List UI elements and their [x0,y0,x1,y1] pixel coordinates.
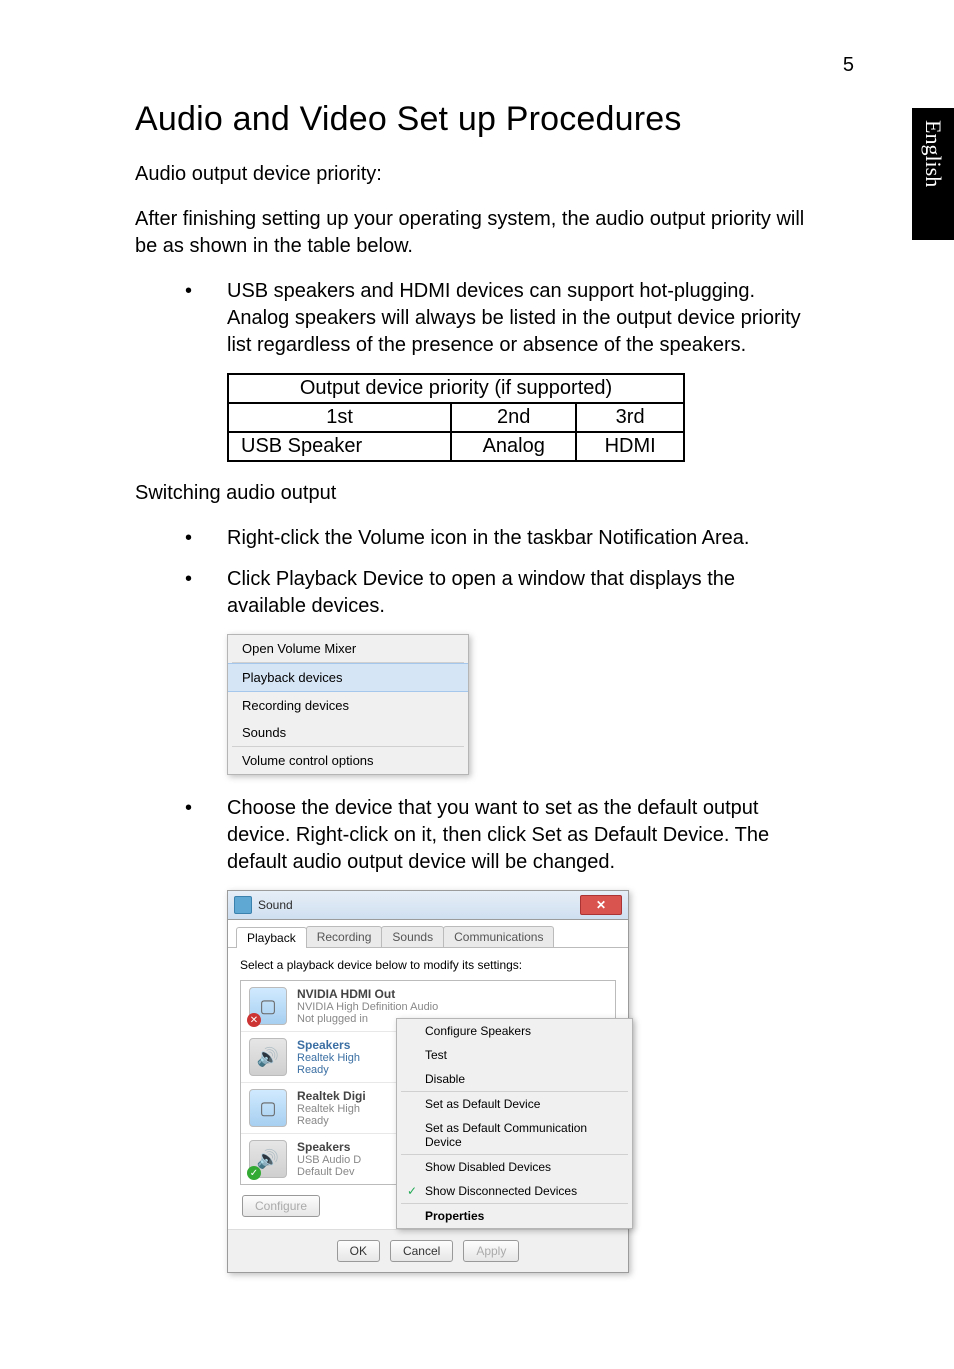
monitor-icon: ▢ [249,1089,287,1127]
device-status: Ready [297,1064,360,1076]
page-title: Audio and Video Set up Procedures [135,100,815,139]
speaker-icon: 🔊 [249,1038,287,1076]
device-subtitle: USB Audio D [297,1154,361,1166]
bullet-list-1: USB speakers and HDMI devices can suppor… [135,278,815,359]
default-badge-icon: ✓ [247,1166,261,1180]
bullet-list-3: Choose the device that you want to set a… [135,795,815,876]
device-status: Ready [297,1115,366,1127]
language-tab-label: English [920,108,946,187]
dialog-instruction: Select a playback device below to modify… [240,958,616,972]
unplugged-badge-icon: ✕ [247,1013,261,1027]
priority-table-cell-3: HDMI [576,432,684,461]
device-name: Speakers [297,1038,360,1052]
tab-communications[interactable]: Communications [443,926,554,947]
bullet-rightclick: Right-click the Volume icon in the taskb… [135,525,815,552]
content-area: Audio and Video Set up Procedures Audio … [135,100,815,1273]
device-context-menu: Configure Speakers Test Disable Set as D… [396,1018,633,1229]
menu-open-volume-mixer[interactable]: Open Volume Mixer [228,635,468,662]
menu-configure-speakers[interactable]: Configure Speakers [397,1019,632,1043]
sound-dialog: Sound ✕ Playback Recording Sounds Commun… [227,890,629,1273]
priority-table-header-2: 2nd [451,403,576,432]
device-name: Speakers [297,1140,361,1154]
monitor-icon: ▢✕ [249,987,287,1025]
apply-button[interactable]: Apply [463,1240,519,1262]
menu-show-disabled[interactable]: Show Disabled Devices [397,1155,632,1179]
device-subtitle: NVIDIA High Definition Audio [297,1001,438,1013]
menu-recording-devices[interactable]: Recording devices [228,692,468,719]
menu-properties[interactable]: Properties [397,1204,632,1228]
ok-button[interactable]: OK [337,1240,380,1262]
bullet-hotplug: USB speakers and HDMI devices can suppor… [135,278,815,359]
configure-button[interactable]: Configure [242,1195,320,1217]
menu-disable[interactable]: Disable [397,1067,632,1091]
priority-label: Audio output device priority: [135,161,815,188]
menu-playback-devices[interactable]: Playback devices [228,663,468,692]
dialog-body: Select a playback device below to modify… [228,948,628,1229]
priority-table-cell-1: USB Speaker [228,432,451,461]
device-name: NVIDIA HDMI Out [297,987,438,1001]
intro-paragraph: After finishing setting up your operatin… [135,206,815,260]
priority-table: Output device priority (if supported) 1s… [227,373,685,462]
device-name: Realtek Digi [297,1089,366,1103]
menu-sounds[interactable]: Sounds [228,719,468,746]
tabs-row: Playback Recording Sounds Communications [228,920,628,948]
volume-context-menu: Open Volume Mixer Playback devices Recor… [227,634,469,775]
dialog-footer: OK Cancel Apply [228,1229,628,1272]
bullet-playback: Click Playback Device to open a window t… [135,566,815,620]
tab-recording[interactable]: Recording [306,926,383,947]
bullet-choose: Choose the device that you want to set a… [135,795,815,876]
priority-table-caption: Output device priority (if supported) [228,374,684,403]
device-status: Default Dev [297,1166,361,1178]
speaker-icon: 🔊✓ [249,1140,287,1178]
language-tab: English [912,108,954,240]
menu-volume-control-options[interactable]: Volume control options [228,747,468,774]
sound-icon [234,896,252,914]
tab-playback[interactable]: Playback [236,927,307,948]
device-subtitle: Realtek High [297,1103,366,1115]
close-button[interactable]: ✕ [580,895,622,915]
menu-show-disconnected[interactable]: Show Disconnected Devices [397,1179,632,1203]
device-subtitle: Realtek High [297,1052,360,1064]
priority-table-header-3: 3rd [576,403,684,432]
dialog-titlebar[interactable]: Sound ✕ [228,891,628,920]
priority-table-header-1: 1st [228,403,451,432]
menu-set-default-device[interactable]: Set as Default Device [397,1092,632,1116]
dialog-title-text: Sound [258,898,293,912]
menu-test[interactable]: Test [397,1043,632,1067]
cancel-button[interactable]: Cancel [390,1240,453,1262]
tab-sounds[interactable]: Sounds [381,926,444,947]
page-number: 5 [843,54,854,77]
page: 5 English Audio and Video Set up Procedu… [0,0,954,1369]
switching-label: Switching audio output [135,480,815,507]
priority-table-cell-2: Analog [451,432,576,461]
bullet-list-2: Right-click the Volume icon in the taskb… [135,525,815,620]
menu-set-default-communication[interactable]: Set as Default Communication Device [397,1116,632,1154]
